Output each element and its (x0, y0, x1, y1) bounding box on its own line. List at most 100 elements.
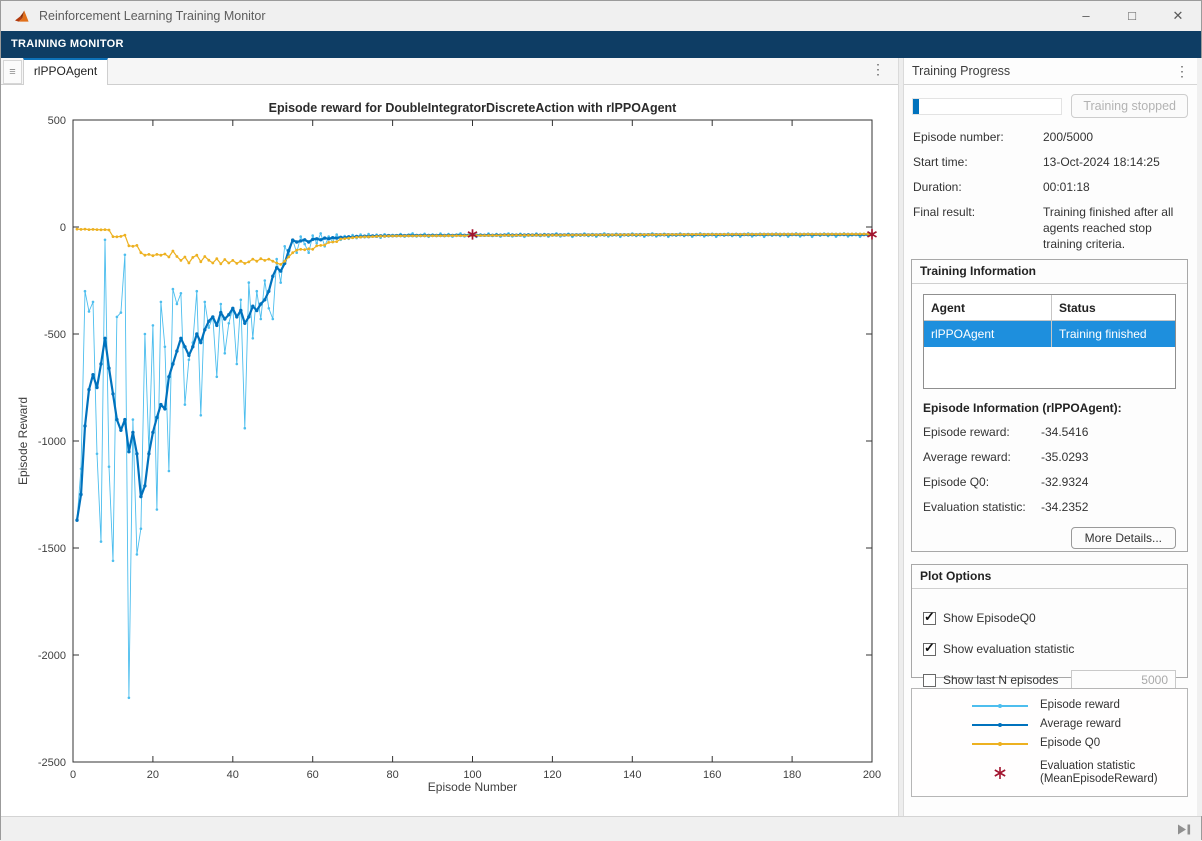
series-marker (315, 242, 318, 245)
series-marker (203, 328, 206, 331)
series-marker (663, 233, 666, 236)
series-marker (307, 240, 310, 243)
series-marker (535, 234, 538, 237)
legend-item: Evaluation statistic (MeanEpisodeReward) (972, 757, 1187, 789)
series-marker (203, 255, 206, 258)
series-marker (495, 234, 498, 237)
series-marker (735, 233, 738, 236)
series-marker (531, 234, 534, 237)
y-tick-label: 500 (48, 115, 66, 127)
series-marker (667, 233, 670, 236)
training-information-group: Training Information AgentStatusrlPPOAge… (911, 259, 1188, 552)
series-marker (147, 452, 150, 455)
series-marker (79, 493, 82, 496)
series-marker (639, 233, 642, 236)
series-marker (715, 233, 718, 236)
series-marker (607, 234, 610, 237)
x-tick-label: 40 (227, 769, 239, 781)
series-marker (555, 234, 558, 237)
plot-options-group: Plot Options ✓Show EpisodeQ0✓Show evalua… (911, 564, 1188, 678)
y-axis-label: Episode Reward (16, 397, 30, 485)
y-tick-label: -1500 (38, 543, 66, 555)
checkbox[interactable]: ✓ (923, 643, 936, 656)
more-details-button[interactable]: More Details... (1071, 527, 1176, 549)
series-marker (839, 233, 842, 236)
maximize-button[interactable]: □ (1109, 1, 1155, 31)
legend-label: Episode reward (1040, 699, 1120, 712)
series-marker (351, 236, 354, 239)
series-marker (80, 228, 83, 231)
series-marker (115, 418, 118, 421)
checkbox[interactable]: ✓ (923, 612, 936, 625)
series-marker (287, 249, 290, 252)
panel-overflow-icon[interactable]: ⋮ (1175, 63, 1189, 80)
legend-item: Average reward (972, 715, 1187, 734)
tab-overflow-icon[interactable]: ⋮ (870, 61, 886, 78)
skip-to-end-icon[interactable] (1178, 824, 1191, 835)
series-marker (271, 275, 274, 278)
field-value: -32.9324 (1041, 475, 1176, 489)
series-marker (128, 697, 131, 700)
series-marker (223, 258, 226, 261)
series-marker (236, 363, 239, 366)
series-marker (76, 228, 79, 231)
toolstrip-tab-training-monitor[interactable]: TRAINING MONITOR (1, 31, 1201, 58)
series-marker (187, 354, 190, 357)
series-marker (224, 352, 227, 355)
series-marker (587, 234, 590, 237)
document-menu-icon[interactable]: ≡ (3, 60, 22, 84)
series-marker (248, 281, 251, 284)
tab-rlppoagent[interactable]: rlPPOAgent (23, 58, 108, 85)
series-marker (507, 234, 510, 237)
field-value: 200/5000 (1043, 129, 1188, 145)
plot-option-row: Show last N episodes (923, 670, 1176, 690)
series-marker (176, 255, 179, 258)
series-marker (303, 248, 306, 251)
series-marker (264, 279, 267, 282)
series-marker (419, 234, 422, 237)
series-marker (791, 233, 794, 236)
field-row: Episode number:200/5000 (913, 129, 1188, 145)
series-marker (84, 290, 87, 293)
series-marker (180, 292, 183, 295)
series-marker (739, 233, 742, 236)
series-marker (219, 262, 222, 265)
series-marker (247, 315, 250, 318)
series-marker (303, 238, 306, 241)
series-marker (571, 234, 574, 237)
series-marker (216, 376, 219, 379)
series-marker (327, 237, 330, 240)
field-row: Episode reward:-34.5416 (923, 425, 1176, 439)
series-marker (144, 254, 147, 257)
series-marker (223, 317, 226, 320)
series-marker (228, 322, 231, 325)
series-marker (687, 233, 690, 236)
series-marker (755, 233, 758, 236)
series-marker (176, 303, 179, 306)
table-row[interactable]: rlPPOAgentTraining finished (924, 321, 1175, 347)
series-marker (731, 233, 734, 236)
checkbox[interactable] (923, 674, 936, 687)
series-marker (91, 373, 94, 376)
series-marker (104, 239, 107, 242)
series-marker (96, 453, 99, 456)
series-marker (259, 302, 262, 305)
series-marker (252, 337, 255, 340)
series-marker (635, 233, 638, 236)
series-marker (567, 234, 570, 237)
series-marker (435, 234, 438, 237)
close-button[interactable]: ✕ (1155, 1, 1201, 31)
series-marker (455, 234, 458, 237)
series-marker (267, 258, 270, 261)
series-marker (391, 235, 394, 238)
field-label: Final result: (913, 204, 1043, 252)
training-stopped-button[interactable]: Training stopped (1071, 94, 1188, 118)
minimize-button[interactable]: – (1063, 1, 1109, 31)
field-label: Start time: (913, 154, 1043, 170)
legend-item: Episode Q0 (972, 734, 1187, 753)
series-marker (771, 233, 774, 236)
chart-document: 0204060801001201401601802005000-500-1000… (1, 85, 898, 816)
training-progress-fill (913, 99, 919, 114)
series-marker (195, 332, 198, 335)
series-marker (208, 326, 211, 329)
